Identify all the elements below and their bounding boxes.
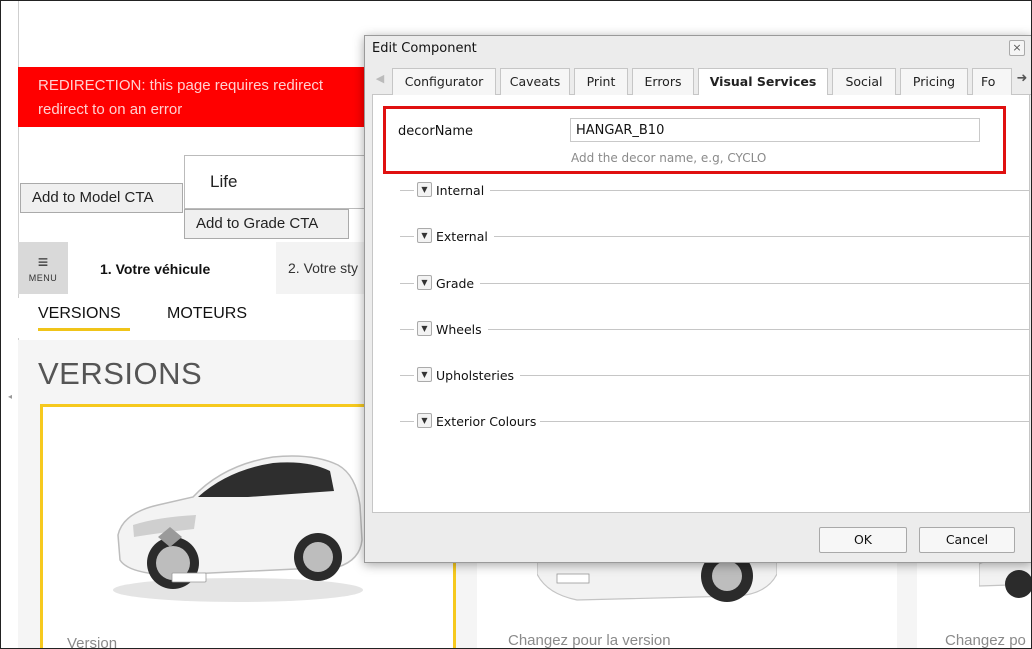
hamburger-icon: ≡ <box>37 252 49 272</box>
section-lead-line <box>400 283 414 284</box>
cancel-button[interactable]: Cancel <box>919 527 1015 553</box>
card-change-version-label: Changez pour la version <box>508 632 671 649</box>
section-lead-line <box>400 329 414 330</box>
section-lead-line <box>400 190 414 191</box>
tab-versions[interactable]: VERSIONS <box>38 305 121 323</box>
section-divider <box>540 421 1030 422</box>
tab-pricing[interactable]: Pricing <box>900 68 968 95</box>
redirect-banner: REDIRECTION: this page requires redirect… <box>18 67 378 127</box>
section-wheels: ▼ Wheels <box>400 321 1030 337</box>
expand-toggle-icon[interactable]: ▼ <box>417 182 432 197</box>
section-divider <box>494 236 1030 237</box>
redirect-banner-line1: REDIRECTION: this page requires redirect <box>38 77 324 94</box>
left-gutter: ◂ <box>0 0 18 649</box>
edit-component-dialog: Edit Component × ◀ Configurator Caveats … <box>364 35 1032 563</box>
dialog-title: Edit Component <box>372 41 477 56</box>
tab-scroll-left-icon[interactable]: ◀ <box>372 72 388 85</box>
screenshot-root: ◂ REDIRECTION: this page requires redire… <box>0 0 1032 649</box>
car-image <box>113 455 363 602</box>
section-lead-line <box>400 375 414 376</box>
tab-visual-services[interactable]: Visual Services <box>698 68 828 96</box>
tab-errors[interactable]: Errors <box>632 68 694 95</box>
close-icon[interactable]: × <box>1009 40 1025 56</box>
tab-print[interactable]: Print <box>574 68 628 95</box>
grade-box: Life <box>184 155 374 209</box>
section-grade-title: Grade <box>436 276 477 291</box>
section-divider <box>520 375 1030 376</box>
decor-name-help: Add the decor name, e.g, CYCLO <box>571 151 767 165</box>
menu-button[interactable]: ≡ MENU <box>18 242 68 294</box>
tab-social[interactable]: Social <box>832 68 896 95</box>
step-vehicle[interactable]: 1. Votre véhicule <box>68 242 276 294</box>
step-vehicle-label: 1. Votre véhicule <box>100 261 211 277</box>
ok-button[interactable]: OK <box>819 527 907 553</box>
section-upholsteries-title: Upholsteries <box>436 368 517 383</box>
decor-name-label: decorName <box>398 124 474 139</box>
section-lead-line <box>400 421 414 422</box>
expand-toggle-icon[interactable]: ▼ <box>417 413 432 428</box>
section-exterior-colours: ▼ Exterior Colours <box>400 413 1030 429</box>
step-chevron <box>262 242 276 294</box>
expand-toggle-icon[interactable]: ▼ <box>417 367 432 382</box>
tab-configurator[interactable]: Configurator <box>392 68 496 95</box>
section-grade: ▼ Grade <box>400 275 1030 291</box>
dialog-body: decorName Add the decor name, e.g, CYCLO… <box>372 95 1030 513</box>
section-exterior-colours-title: Exterior Colours <box>436 414 539 429</box>
page-title: VERSIONS <box>38 356 203 391</box>
card-change-version-label: Changez po <box>945 632 1026 649</box>
add-to-grade-cta-button[interactable]: Add to Grade CTA <box>184 209 349 239</box>
section-internal: ▼ Internal <box>400 182 1030 198</box>
tab-scroll-right-icon[interactable]: ➜ <box>1014 71 1030 86</box>
section-lead-line <box>400 236 414 237</box>
card-version-label: Version <box>67 635 118 649</box>
dialog-tabstrip: ◀ Configurator Caveats Print Errors Visu… <box>372 68 1032 96</box>
section-divider <box>490 190 1030 191</box>
tab-moteurs[interactable]: MOTEURS <box>167 305 247 323</box>
decor-name-input[interactable] <box>570 118 980 142</box>
section-internal-title: Internal <box>436 183 487 198</box>
tab-caveats[interactable]: Caveats <box>500 68 570 95</box>
collapse-arrow-icon[interactable]: ◂ <box>8 392 12 401</box>
tab-fo[interactable]: Fo <box>972 68 1012 95</box>
menu-label: MENU <box>28 273 58 283</box>
step-style[interactable]: 2. Votre sty <box>288 260 358 276</box>
section-wheels-title: Wheels <box>436 322 484 337</box>
add-to-model-cta-button[interactable]: Add to Model CTA <box>20 183 183 213</box>
section-upholsteries: ▼ Upholsteries <box>400 367 1030 383</box>
expand-toggle-icon[interactable]: ▼ <box>417 321 432 336</box>
section-external-title: External <box>436 229 490 244</box>
redirect-banner-line2: redirect to on an error <box>38 101 183 118</box>
grade-label: Life <box>210 172 238 191</box>
expand-toggle-icon[interactable]: ▼ <box>417 275 432 290</box>
expand-toggle-icon[interactable]: ▼ <box>417 228 432 243</box>
section-external: ▼ External <box>400 228 1030 244</box>
section-divider <box>480 283 1030 284</box>
section-divider <box>488 329 1030 330</box>
tab-versions-underline <box>38 328 130 331</box>
